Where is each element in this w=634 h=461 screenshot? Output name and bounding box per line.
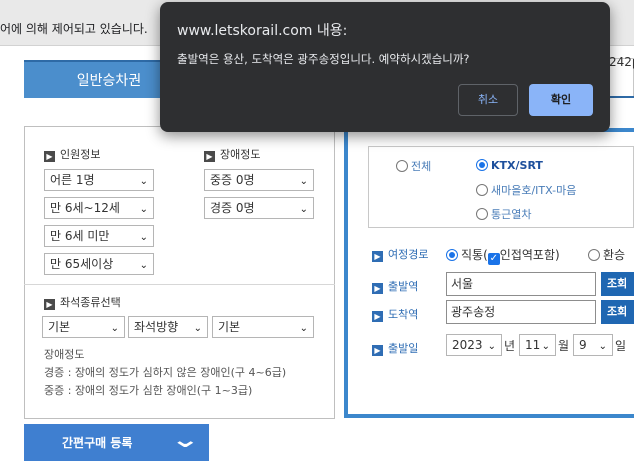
chevron-down-icon: ⌄ [139, 204, 148, 215]
route-label: ▶ 여정경로 [372, 246, 428, 262]
chevron-down-icon: ⌄ [170, 428, 200, 453]
arrival-input[interactable]: 광주송정 [446, 300, 596, 324]
departure-date-label: ▶ 출발일 [372, 340, 418, 356]
train-type-ktx[interactable]: KTX/SRT [476, 158, 543, 172]
arrow-right-icon: ▶ [204, 151, 215, 162]
disability-note-severe: 중증 : 장애의 정도가 심한 장애인(구 1~3급) [44, 384, 253, 397]
easy-purchase-label: 간편구매 등록 [62, 436, 133, 450]
seat-direction-select[interactable]: 좌석방향 ⌄ [128, 316, 208, 338]
day-unit: 일 [615, 339, 627, 353]
radio-icon [476, 184, 488, 196]
radio-selected-icon [476, 159, 488, 171]
arrow-right-icon: ▶ [44, 299, 55, 310]
arrow-right-icon: ▶ [372, 283, 383, 294]
chevron-down-icon: ⌄ [598, 341, 607, 352]
radio-icon [476, 208, 488, 220]
departure-label: ▶ 출발역 [372, 278, 418, 294]
panel-divider [24, 284, 335, 285]
train-type-all[interactable]: 전체 [396, 158, 431, 174]
train-type-commuter[interactable]: 통근열차 [476, 206, 531, 222]
day-select[interactable]: 9 ⌄ [573, 334, 613, 356]
disability-title: ▶ 장애정도 [204, 146, 260, 162]
chevron-down-icon: ⌄ [139, 260, 148, 271]
dialog-title: www.letskorail.com 내용: [177, 23, 348, 39]
train-type-saemaeul[interactable]: 새마을호/ITX-마음 [476, 182, 576, 198]
chevron-down-icon: ⌄ [110, 323, 119, 334]
chevron-down-icon: ⌄ [193, 323, 202, 334]
seat-type-title: ▶ 좌석종류선택 [44, 294, 121, 310]
year-select[interactable]: 2023 ⌄ [446, 334, 502, 356]
chevron-down-icon: ⌄ [299, 176, 308, 187]
chevron-down-icon: ⌄ [299, 204, 308, 215]
severe-disability-select[interactable]: 중증 0명 ⌄ [204, 169, 314, 191]
radio-icon [396, 160, 408, 172]
dialog-message: 출발역은 용산, 도착역은 광주송정입니다. 예약하시겠습니까? [177, 52, 470, 66]
arrow-right-icon: ▶ [372, 251, 383, 262]
departure-search-button[interactable]: 조회 [601, 272, 634, 296]
passenger-info-title: ▶ 인원정보 [44, 146, 100, 162]
easy-purchase-button[interactable]: 간편구매 등록 ⌄ [24, 424, 209, 461]
mild-disability-select[interactable]: 경증 0명 ⌄ [204, 197, 314, 219]
infant-count-select[interactable]: 만 6세 미만 ⌄ [44, 225, 154, 247]
departure-input[interactable]: 서울 [446, 272, 596, 296]
route-direct[interactable]: 직통(✓ 인접역포함) [446, 246, 560, 265]
year-unit: 년 [504, 339, 516, 353]
radio-icon [588, 249, 600, 261]
chevron-down-icon: ⌄ [139, 176, 148, 187]
seat-type-select[interactable]: 기본 ⌄ [42, 316, 125, 338]
seat-position-select[interactable]: 기본 ⌄ [212, 316, 314, 338]
chevron-down-icon: ⌄ [139, 232, 148, 243]
chevron-down-icon: ⌄ [487, 341, 496, 352]
arrow-right-icon: ▶ [372, 345, 383, 356]
radio-selected-icon [446, 249, 458, 261]
header-peek-text: 242p [609, 55, 634, 69]
cancel-button[interactable]: 취소 [458, 84, 518, 116]
month-select[interactable]: 11 ⌄ [519, 334, 556, 356]
automation-infobar-text: 어에 의해 제어되고 있습니다. [0, 22, 148, 36]
checkbox-checked-icon[interactable]: ✓ [487, 253, 500, 265]
confirm-dialog: www.letskorail.com 내용: 출발역은 용산, 도착역은 광주송… [160, 2, 610, 132]
disability-note-heading: 장애정도 [44, 348, 85, 361]
arrow-right-icon: ▶ [44, 151, 55, 162]
arrow-right-icon: ▶ [372, 311, 383, 322]
child-count-select[interactable]: 만 6세~12세 ⌄ [44, 197, 154, 219]
route-transfer[interactable]: 환승 [588, 246, 625, 263]
arrival-label: ▶ 도착역 [372, 306, 418, 322]
ok-button[interactable]: 확인 [529, 84, 593, 116]
adult-count-select[interactable]: 어른 1명 ⌄ [44, 169, 154, 191]
chevron-down-icon: ⌄ [541, 341, 550, 352]
disability-note-mild: 경증 : 장애의 정도가 심하지 않은 장애인(구 4~6급) [44, 366, 287, 379]
senior-count-select[interactable]: 만 65세이상 ⌄ [44, 253, 154, 275]
month-unit: 월 [558, 339, 570, 353]
chevron-down-icon: ⌄ [299, 323, 308, 334]
arrival-search-button[interactable]: 조회 [601, 300, 634, 324]
